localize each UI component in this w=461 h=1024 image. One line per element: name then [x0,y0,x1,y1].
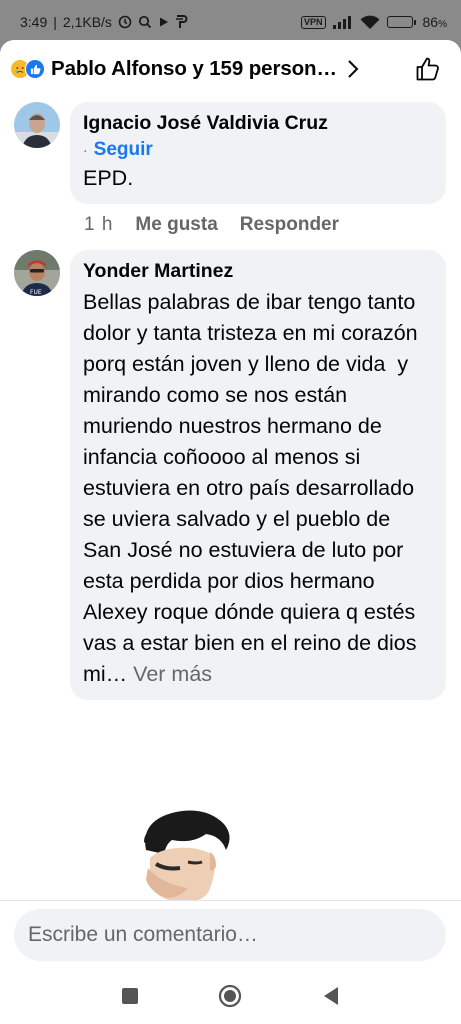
comment-bubble[interactable]: Ignacio José Valdivia Cruz · Seguir EPD. [70,102,446,204]
comment-bubble[interactable]: Yonder Martinez Bellas palabras de ibar … [70,250,446,700]
home-button[interactable] [210,976,250,1016]
comment-input-placeholder: Escribe un comentario… [28,923,258,946]
comment-item: Ignacio José Valdivia Cruz · Seguir EPD. … [0,102,461,236]
clock-icon [118,15,132,29]
like-post-button[interactable] [415,56,441,82]
avatar[interactable]: FUE [14,250,60,296]
follow-button[interactable]: · Seguir [83,139,432,161]
comment-text: EPD. [83,166,134,190]
svg-text:FUE: FUE [30,289,42,296]
sheet-header: Pablo Alfonso y 159 person… [0,40,461,98]
reply-button[interactable]: Responder [240,214,339,236]
chevron-right-icon[interactable] [347,59,359,79]
comment-input[interactable]: Escribe un comentario… [14,909,446,961]
composer-area: Escribe un comentario… [0,900,461,968]
status-bar: 3:49 | 2,1KB/s VPN 86% [0,0,461,44]
sticker-image[interactable] [126,802,236,902]
comment-author[interactable]: Yonder Martinez [83,260,432,283]
battery-icon [386,16,416,28]
vpn-badge: VPN [301,15,326,29]
avatar[interactable] [14,102,60,148]
reactions-summary[interactable] [10,59,45,79]
play-icon [158,16,170,28]
like-comment-button[interactable]: Me gusta [135,214,217,236]
comment-actions: 1 h Me gusta Responder [70,204,446,236]
status-separator: | [53,14,57,30]
like-reaction-icon [25,59,45,79]
android-nav-bar [0,968,461,1024]
status-net-speed: 2,1KB/s [62,14,112,30]
comment-time: 1 h [84,214,114,235]
comments-sheet: Pablo Alfonso y 159 person… Ignacio José… [0,40,461,968]
search-icon [138,15,152,29]
wifi-icon [360,15,380,30]
recents-button[interactable] [110,976,150,1016]
comment-author[interactable]: Ignacio José Valdivia Cruz [83,112,432,135]
reactions-title[interactable]: Pablo Alfonso y 159 person… [51,57,337,81]
status-time: 3:49 [20,14,48,30]
see-more-link[interactable]: Ver más [127,662,212,686]
battery-percent: 86% [422,14,447,30]
signal-icon [332,15,353,29]
back-button[interactable] [311,976,351,1016]
comment-item: FUE Yonder Martinez Bellas palabras de i… [0,250,461,700]
comment-text: Bellas palabras de ibar tengo tanto dolo… [83,290,424,686]
app-p-icon [175,15,188,29]
